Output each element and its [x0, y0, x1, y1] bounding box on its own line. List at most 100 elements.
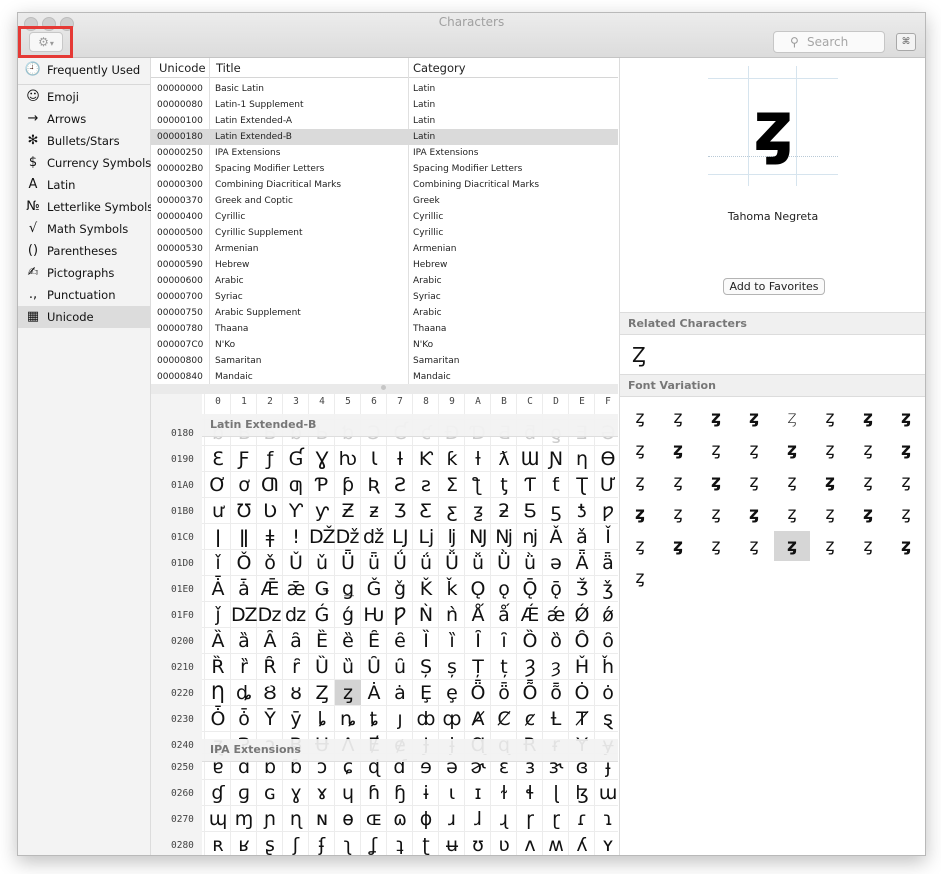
character-cell[interactable]: ƫ [491, 472, 517, 498]
character-cell[interactable]: Ɣ [309, 446, 335, 472]
character-cell[interactable]: Ȣ [257, 680, 283, 706]
character-cell[interactable]: ɡ [231, 780, 257, 806]
font-variation-cell[interactable]: ȥ [698, 499, 734, 529]
font-variation-cell[interactable]: ȥ [888, 499, 924, 529]
character-cell[interactable]: ȩ [439, 680, 465, 706]
table-row[interactable]: 00000800 Samaritan Samaritan [151, 353, 618, 369]
font-variation-cell[interactable]: ȥ [736, 531, 772, 561]
character-cell[interactable]: ǁ [231, 524, 257, 550]
character-cell[interactable]: Ǐ [595, 524, 618, 550]
character-cell[interactable]: Ȑ [205, 654, 231, 680]
column-header-unicode[interactable]: Unicode [159, 58, 206, 78]
character-cell[interactable]: ǖ [361, 550, 387, 576]
character-cell[interactable]: Ⱦ [569, 706, 595, 732]
font-variation-cell[interactable]: ȥ [736, 499, 772, 529]
character-cell[interactable]: Ȃ [257, 628, 283, 654]
character-cell[interactable]: ʁ [231, 832, 257, 855]
character-cell[interactable]: Ȧ [361, 680, 387, 706]
character-cell[interactable]: ǡ [231, 576, 257, 602]
sidebar-item[interactable]: → Arrows [18, 108, 150, 130]
grid-splitter[interactable] [151, 384, 618, 394]
character-cell[interactable]: ɹ [439, 806, 465, 832]
character-cell[interactable]: ɳ [283, 806, 309, 832]
character-cell[interactable]: Ɵ [595, 446, 618, 472]
character-cell[interactable]: ȡ [231, 680, 257, 706]
character-cell[interactable]: ʃ [283, 832, 309, 855]
character-cell[interactable]: ȍ [543, 628, 569, 654]
character-cell[interactable]: ƕ [335, 446, 361, 472]
character-cell[interactable]: ʀ [205, 832, 231, 855]
character-cell[interactable]: ƪ [465, 472, 491, 498]
character-cell[interactable]: Ȍ [517, 628, 543, 654]
character-cell[interactable]: Ȫ [465, 680, 491, 706]
character-cell[interactable]: Ǻ [465, 602, 491, 628]
character-cell[interactable]: ɾ [569, 806, 595, 832]
character-cell[interactable]: ʎ [569, 832, 595, 855]
font-variation-cell[interactable]: ȥ [774, 403, 810, 433]
table-row[interactable]: 00000300 Combining Diacritical Marks Combi… [151, 177, 618, 193]
character-cell[interactable]: Ʊ [231, 498, 257, 524]
character-cell[interactable]: Ƿ [387, 602, 413, 628]
character-cell[interactable]: ȉ [439, 628, 465, 654]
character-cell[interactable]: ʅ [335, 832, 361, 855]
character-cell[interactable]: ʇ [387, 832, 413, 855]
character-cell[interactable]: Ƚ [543, 706, 569, 732]
character-cell[interactable]: ȃ [283, 628, 309, 654]
character-cell[interactable]: ɠ [205, 780, 231, 806]
character-cell[interactable]: ɥ [335, 780, 361, 806]
character-cell[interactable]: ƿ [595, 498, 618, 524]
sidebar-item[interactable]: ✍ Pictographs [18, 262, 150, 284]
character-cell[interactable]: ȇ [387, 628, 413, 654]
character-cell[interactable]: Ǽ [517, 602, 543, 628]
character-cell[interactable]: Ȟ [569, 654, 595, 680]
sidebar-item[interactable]: ▦ Unicode [18, 306, 150, 328]
character-cell[interactable]: Ʈ [569, 472, 595, 498]
font-variation-cell[interactable]: ȥ [888, 403, 924, 433]
character-cell[interactable]: Ȋ [465, 628, 491, 654]
character-cell[interactable]: Ȥ [309, 680, 335, 706]
font-variation-cell[interactable]: ȥ [736, 435, 772, 465]
table-row[interactable]: 00000080 Latin-1 Supplement Latin [151, 97, 618, 113]
character-cell[interactable]: Ư [595, 472, 618, 498]
table-row[interactable]: 00000250 IPA Extensions IPA Extensions [151, 145, 618, 161]
character-cell[interactable]: Ɯ [517, 446, 543, 472]
character-cell[interactable]: ȧ [387, 680, 413, 706]
search-field[interactable]: ⚲ Search [773, 31, 885, 53]
sidebar-item[interactable]: 🕘 Frequently Used [18, 59, 150, 81]
character-cell[interactable]: Ǌ [465, 524, 491, 550]
character-cell[interactable]: ơ [231, 472, 257, 498]
character-cell[interactable]: Ʒ [387, 498, 413, 524]
character-cell[interactable]: ɧ [387, 780, 413, 806]
character-cell[interactable]: ɱ [231, 806, 257, 832]
character-cell[interactable]: ǩ [439, 576, 465, 602]
character-cell[interactable]: ƒ [257, 446, 283, 472]
table-row[interactable]: 00000180 Latin Extended-B Latin [151, 129, 618, 145]
character-cell[interactable]: Ș [413, 654, 439, 680]
font-variation-cell[interactable]: ȥ [774, 531, 810, 561]
font-variation-cell[interactable]: ȥ [660, 403, 696, 433]
character-cell[interactable]: ǔ [309, 550, 335, 576]
character-cell[interactable]: ƭ [543, 472, 569, 498]
character-cell[interactable]: ȿ [595, 706, 618, 732]
character-cell[interactable]: ǘ [413, 550, 439, 576]
character-cell[interactable]: ȋ [491, 628, 517, 654]
font-variation-cell[interactable]: ȥ [888, 531, 924, 561]
character-cell[interactable]: ȵ [335, 706, 361, 732]
character-cell[interactable]: Ȉ [413, 628, 439, 654]
table-row[interactable]: 00000000 Basic Latin Latin [151, 81, 618, 97]
character-cell[interactable]: ȷ [387, 706, 413, 732]
character-cell[interactable]: ƣ [283, 472, 309, 498]
character-cell[interactable]: ȟ [595, 654, 618, 680]
character-cell[interactable]: ș [439, 654, 465, 680]
character-cell[interactable]: ɰ [205, 806, 231, 832]
character-cell[interactable]: Ǉ [387, 524, 413, 550]
table-row[interactable]: 00000400 Cyrillic Cyrillic [151, 209, 618, 225]
character-cell[interactable]: ɴ [309, 806, 335, 832]
character-cell[interactable]: ǽ [543, 602, 569, 628]
character-cell[interactable]: ƨ [413, 472, 439, 498]
character-cell[interactable]: ɷ [387, 806, 413, 832]
font-variation-cell[interactable]: ȥ [812, 499, 848, 529]
character-cell[interactable]: ǒ [257, 550, 283, 576]
character-cell[interactable]: Ȭ [517, 680, 543, 706]
font-variation-cell[interactable]: ȥ [622, 563, 658, 593]
